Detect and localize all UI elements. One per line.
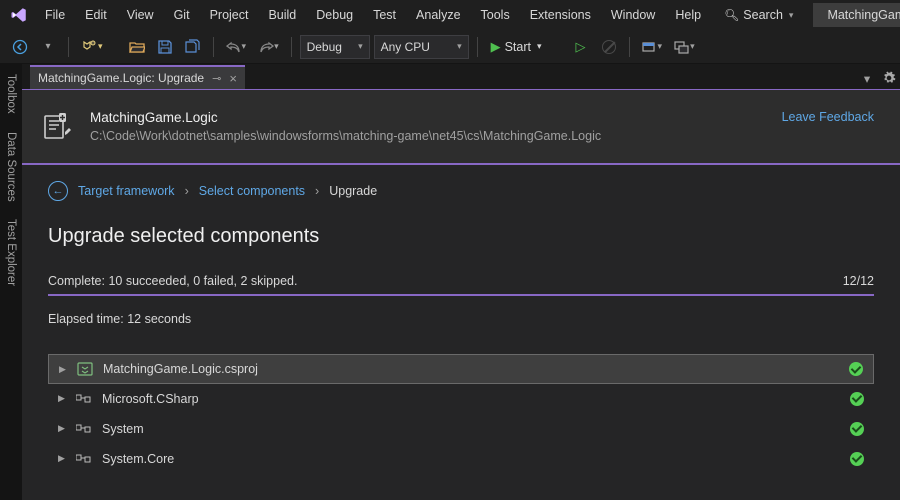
success-icon: [849, 362, 863, 376]
config-dropdown[interactable]: Debug▾: [300, 35, 370, 59]
success-icon: [850, 392, 864, 406]
document-tab-strip: MatchingGame.Logic: Upgrade ⊸ × ▾: [22, 64, 900, 90]
success-icon: [850, 422, 864, 436]
expand-icon[interactable]: ▶: [58, 393, 66, 404]
tab-dropdown-button[interactable]: ▾: [856, 67, 878, 89]
no-entry-icon: [602, 40, 616, 54]
result-name: System.Core: [102, 452, 840, 466]
project-path: C:\Code\Work\dotnet\samples\windowsforms…: [90, 129, 601, 143]
reference-icon: [76, 452, 92, 466]
solution-picker[interactable]: MatchingGame: [813, 3, 900, 27]
success-icon: [850, 452, 864, 466]
progress-bar: [48, 294, 874, 296]
search-label: Search: [743, 8, 783, 22]
page-title: Upgrade selected components: [48, 225, 874, 248]
tab-title: MatchingGame.Logic: Upgrade: [38, 71, 204, 85]
standard-toolbar: ▾ ▾ ▾ ▾ Debug▾ Any CPU▾ ▶ Start ▾ ▷: [0, 30, 900, 64]
start-label: Start: [505, 40, 531, 54]
breadcrumb-separator: ›: [315, 184, 319, 198]
menu-window[interactable]: Window: [602, 4, 664, 26]
result-name: MatchingGame.Logic.csproj: [103, 362, 839, 376]
nav-back-button[interactable]: [8, 35, 32, 59]
side-tab-testexplorer[interactable]: Test Explorer: [3, 215, 19, 290]
menu-build[interactable]: Build: [259, 4, 305, 26]
menu-git[interactable]: Git: [165, 4, 199, 26]
menu-edit[interactable]: Edit: [76, 4, 116, 26]
menu-tools[interactable]: Tools: [472, 4, 519, 26]
side-tab-toolbox[interactable]: Toolbox: [3, 70, 19, 118]
reference-icon: [76, 392, 92, 406]
progress-text: Complete: 10 succeeded, 0 failed, 2 skip…: [48, 274, 297, 288]
arrow-left-icon: ←: [53, 185, 64, 197]
breadcrumb-current: Upgrade: [329, 184, 377, 198]
pin-icon[interactable]: ⊸: [212, 72, 221, 85]
menu-extensions[interactable]: Extensions: [521, 4, 600, 26]
menu-file[interactable]: File: [36, 4, 74, 26]
search-box[interactable]: 🔍︎ Search ▾: [714, 6, 803, 24]
search-icon: 🔍︎: [724, 8, 739, 22]
tab-settings-button[interactable]: [878, 67, 900, 89]
project-meta: MatchingGame.Logic C:\Code\Work\dotnet\s…: [90, 110, 601, 143]
result-name: Microsoft.CSharp: [102, 392, 840, 406]
expand-icon[interactable]: ▶: [58, 453, 66, 464]
menu-view[interactable]: View: [118, 4, 163, 26]
breadcrumb-separator: ›: [185, 184, 189, 198]
result-name: System: [102, 422, 840, 436]
elapsed-time: Elapsed time: 12 seconds: [48, 312, 874, 326]
undo-button[interactable]: ▾: [222, 35, 251, 59]
breadcrumb-back-button[interactable]: ←: [48, 181, 68, 201]
upgrade-panel-body: ← Target framework › Select components ›…: [22, 165, 900, 474]
reference-icon: [76, 422, 92, 436]
redo-button[interactable]: ▾: [254, 35, 283, 59]
active-document-tab[interactable]: MatchingGame.Logic: Upgrade ⊸ ×: [30, 65, 245, 89]
progress-count: 12/12: [843, 274, 874, 288]
chevron-down-icon: ▾: [537, 41, 542, 52]
side-tab-well: Toolbox Data Sources Test Explorer: [0, 64, 22, 500]
project-icon: [42, 110, 74, 142]
results-list: ▶ MatchingGame.Logic.csproj ▶ Microsoft.…: [48, 354, 874, 474]
breadcrumb-select-components[interactable]: Select components: [199, 184, 305, 198]
stop-debug-button: [597, 35, 621, 59]
save-button[interactable]: [153, 35, 177, 59]
side-tab-datasources[interactable]: Data Sources: [3, 128, 19, 206]
new-item-button[interactable]: ▾: [77, 35, 107, 59]
toolbar-button-b[interactable]: ▾: [670, 35, 699, 59]
nav-forward-button[interactable]: ▾: [36, 35, 60, 59]
start-debug-button[interactable]: ▶ Start ▾: [486, 35, 551, 59]
menu-analyze[interactable]: Analyze: [407, 4, 469, 26]
expand-icon[interactable]: ▶: [58, 423, 66, 434]
breadcrumb: ← Target framework › Select components ›…: [48, 181, 874, 201]
toolbar-button-a[interactable]: ▾: [638, 35, 667, 59]
config-label: Debug: [307, 40, 342, 54]
vs-logo-icon: [10, 5, 28, 25]
progress-row: Complete: 10 succeeded, 0 failed, 2 skip…: [48, 274, 874, 288]
project-name: MatchingGame.Logic: [90, 110, 601, 125]
save-all-button[interactable]: [181, 35, 205, 59]
menu-test[interactable]: Test: [364, 4, 405, 26]
menu-debug[interactable]: Debug: [307, 4, 362, 26]
menu-project[interactable]: Project: [201, 4, 258, 26]
menu-bar: File Edit View Git Project Build Debug T…: [0, 0, 900, 30]
start-without-debug-button[interactable]: ▷: [569, 35, 593, 59]
result-row[interactable]: ▶ MatchingGame.Logic.csproj: [48, 354, 874, 384]
open-file-button[interactable]: [125, 35, 149, 59]
expand-icon[interactable]: ▶: [59, 364, 67, 375]
menu-help[interactable]: Help: [666, 4, 710, 26]
platform-dropdown[interactable]: Any CPU▾: [374, 35, 469, 59]
play-outline-icon: ▷: [576, 39, 586, 55]
upgrade-panel-header: MatchingGame.Logic C:\Code\Work\dotnet\s…: [22, 90, 900, 165]
platform-label: Any CPU: [381, 40, 430, 54]
breadcrumb-target-framework[interactable]: Target framework: [78, 184, 175, 198]
leave-feedback-link[interactable]: Leave Feedback: [782, 110, 874, 124]
chevron-down-icon: ▾: [789, 10, 794, 21]
result-row[interactable]: ▶ Microsoft.CSharp: [48, 384, 874, 414]
csproj-icon: [77, 362, 93, 376]
result-row[interactable]: ▶ System: [48, 414, 874, 444]
play-icon: ▶: [491, 39, 501, 55]
document-area: MatchingGame.Logic: Upgrade ⊸ × ▾ Matchi…: [22, 64, 900, 500]
close-icon[interactable]: ×: [229, 71, 237, 86]
result-row[interactable]: ▶ System.Core: [48, 444, 874, 474]
